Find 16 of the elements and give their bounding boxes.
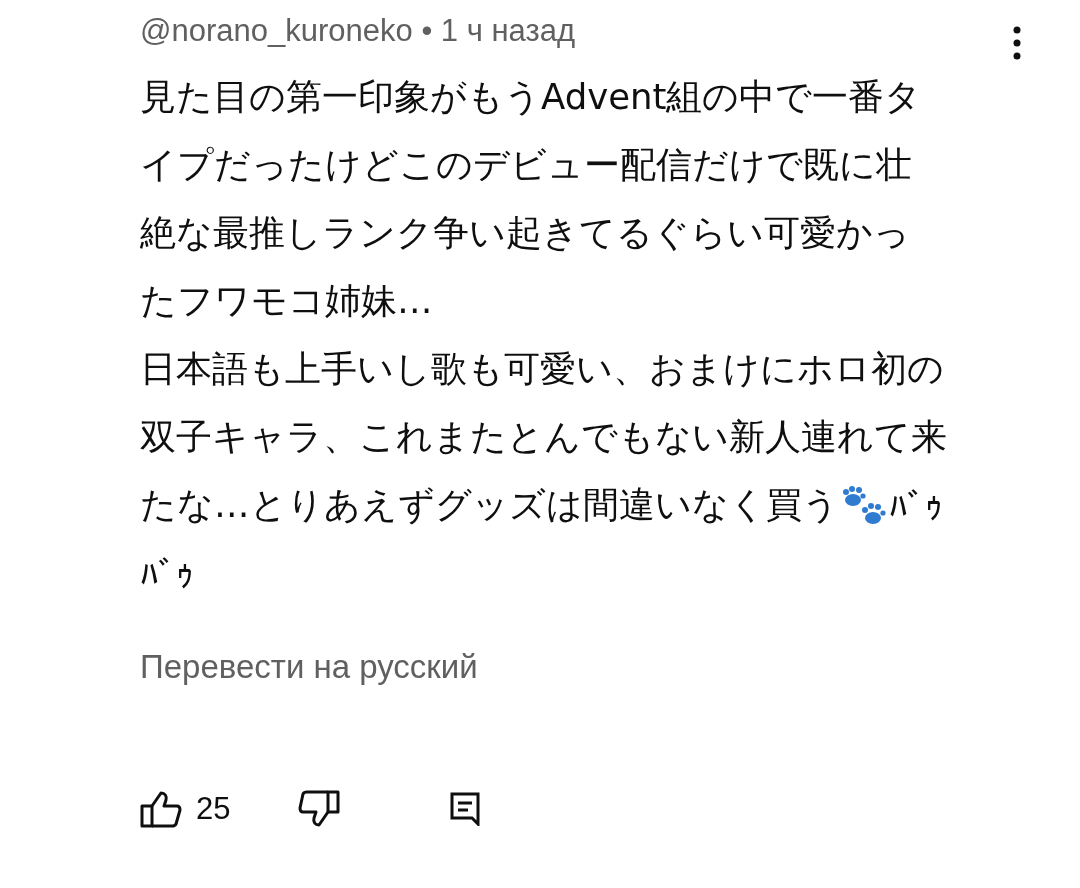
thumbs-down-icon[interactable] bbox=[298, 790, 341, 828]
comment-text: 日本語も上手いし歌も可愛い、おまけにホロ初の bbox=[140, 347, 944, 391]
like-count: 25 bbox=[196, 791, 231, 827]
translate-link[interactable]: Перевести на русский bbox=[140, 648, 478, 686]
thumbs-up-icon[interactable] bbox=[140, 790, 182, 828]
comment-text: ﾊﾞｩ bbox=[888, 485, 943, 527]
comment-text: イプだったけどこのデビュー配信だけで既に壮 bbox=[140, 143, 912, 187]
comment-text: たフワモコ姉妹… bbox=[140, 279, 433, 323]
comment-meta: @norano_kuroneko • 1 ч назад bbox=[140, 13, 575, 49]
comment-text: ﾊﾞｩ bbox=[140, 553, 194, 595]
reply-icon[interactable] bbox=[450, 792, 481, 826]
comment-text: たな…とりあえずグッズは間違いなく買う bbox=[140, 483, 839, 527]
menu-icon[interactable] bbox=[1012, 26, 1022, 60]
comment-text: 双子キャラ、これまたとんでもない新人連れて来 bbox=[140, 415, 947, 459]
comment-text: 見た目の第一印象がもうAdvent組の中で一番タ bbox=[140, 75, 922, 119]
comment-text: 絶な最推しランク争い起きてるぐらい可愛かっ bbox=[140, 211, 910, 255]
